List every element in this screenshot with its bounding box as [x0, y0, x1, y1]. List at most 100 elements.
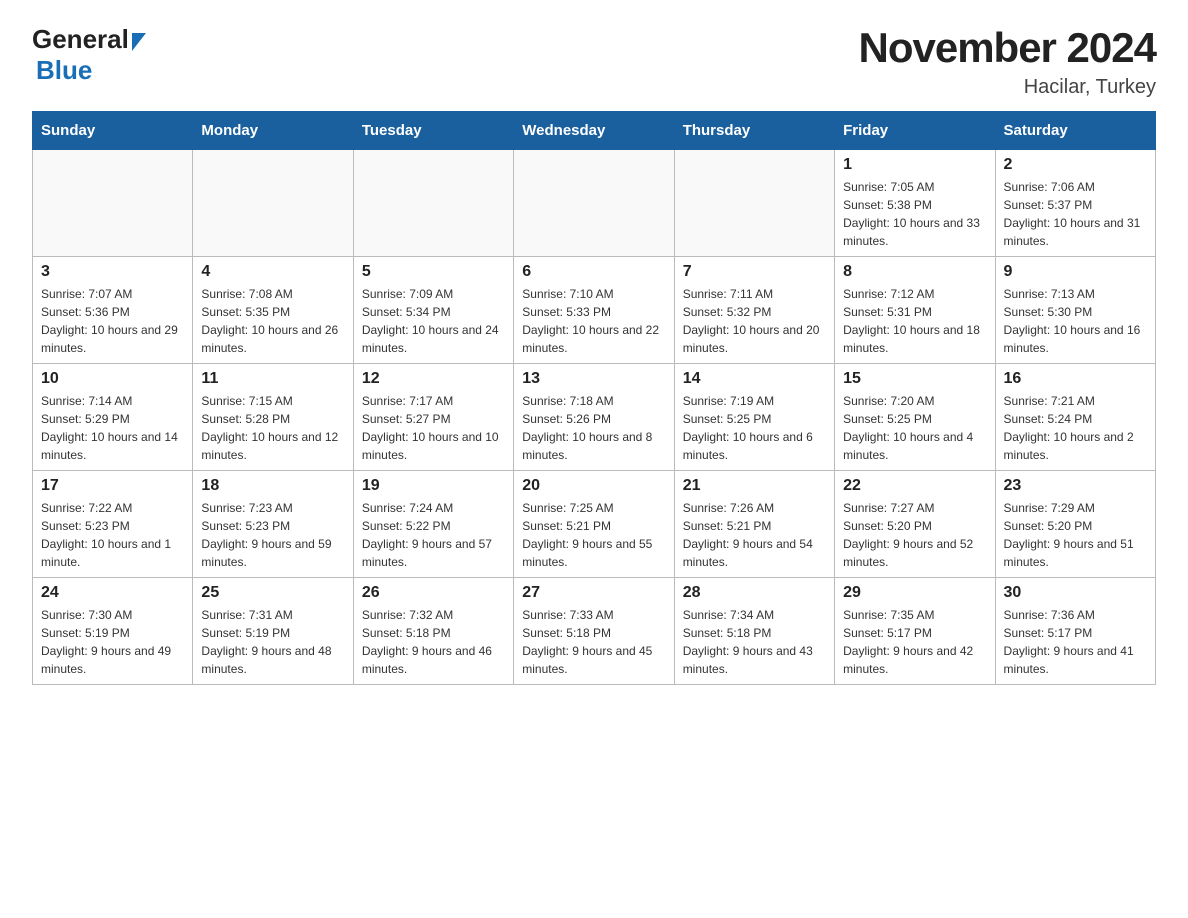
day-info: Sunrise: 7:11 AM Sunset: 5:32 PM Dayligh…	[683, 285, 826, 357]
calendar-week-row: 3 Sunrise: 7:07 AM Sunset: 5:36 PM Daylig…	[33, 257, 1156, 364]
weekday-header-wednesday: Wednesday	[514, 112, 674, 150]
calendar-week-row: 17 Sunrise: 7:22 AM Sunset: 5:23 PM Dayli…	[33, 471, 1156, 578]
day-number: 22	[843, 477, 986, 495]
calendar-cell	[353, 150, 513, 257]
day-info: Sunrise: 7:14 AM Sunset: 5:29 PM Dayligh…	[41, 392, 184, 464]
day-info: Sunrise: 7:36 AM Sunset: 5:17 PM Dayligh…	[1004, 606, 1147, 678]
day-number: 24	[41, 584, 184, 602]
day-info: Sunrise: 7:12 AM Sunset: 5:31 PM Dayligh…	[843, 285, 986, 357]
calendar-week-row: 1Sunrise: 7:05 AM Sunset: 5:38 PM Daylig…	[33, 150, 1156, 257]
day-number: 5	[362, 263, 505, 281]
day-info: Sunrise: 7:27 AM Sunset: 5:20 PM Dayligh…	[843, 499, 986, 571]
day-number: 19	[362, 477, 505, 495]
logo-arrow-icon	[132, 33, 146, 51]
day-info: Sunrise: 7:29 AM Sunset: 5:20 PM Dayligh…	[1004, 499, 1147, 571]
weekday-header-sunday: Sunday	[33, 112, 193, 150]
day-info: Sunrise: 7:21 AM Sunset: 5:24 PM Dayligh…	[1004, 392, 1147, 464]
calendar-cell: 23 Sunrise: 7:29 AM Sunset: 5:20 PM Dayli…	[995, 471, 1155, 578]
calendar-cell	[193, 150, 353, 257]
day-info: Sunrise: 7:06 AM Sunset: 5:37 PM Dayligh…	[1004, 178, 1147, 250]
day-info: Sunrise: 7:08 AM Sunset: 5:35 PM Dayligh…	[201, 285, 344, 357]
day-info: Sunrise: 7:25 AM Sunset: 5:21 PM Dayligh…	[522, 499, 665, 571]
weekday-header-monday: Monday	[193, 112, 353, 150]
day-number: 28	[683, 584, 826, 602]
weekday-header-thursday: Thursday	[674, 112, 834, 150]
day-number: 8	[843, 263, 986, 281]
calendar-table: SundayMondayTuesdayWednesdayThursdayFrid…	[32, 111, 1156, 685]
day-number: 6	[522, 263, 665, 281]
title-block: November 2024 Hacilar, Turkey	[858, 24, 1156, 99]
logo-general-text: General	[32, 24, 129, 55]
day-number: 15	[843, 370, 986, 388]
day-number: 23	[1004, 477, 1147, 495]
day-info: Sunrise: 7:18 AM Sunset: 5:26 PM Dayligh…	[522, 392, 665, 464]
calendar-cell: 25 Sunrise: 7:31 AM Sunset: 5:19 PM Dayli…	[193, 578, 353, 685]
calendar-cell: 29Sunrise: 7:35 AM Sunset: 5:17 PM Dayli…	[835, 578, 995, 685]
day-number: 21	[683, 477, 826, 495]
calendar-cell: 5 Sunrise: 7:09 AM Sunset: 5:34 PM Daylig…	[353, 257, 513, 364]
day-number: 17	[41, 477, 184, 495]
day-number: 7	[683, 263, 826, 281]
calendar-cell: 26 Sunrise: 7:32 AM Sunset: 5:18 PM Dayli…	[353, 578, 513, 685]
calendar-cell: 8 Sunrise: 7:12 AM Sunset: 5:31 PM Daylig…	[835, 257, 995, 364]
calendar-week-row: 24 Sunrise: 7:30 AM Sunset: 5:19 PM Dayli…	[33, 578, 1156, 685]
weekday-header-friday: Friday	[835, 112, 995, 150]
day-info: Sunrise: 7:15 AM Sunset: 5:28 PM Dayligh…	[201, 392, 344, 464]
calendar-cell: 27Sunrise: 7:33 AM Sunset: 5:18 PM Dayli…	[514, 578, 674, 685]
weekday-header-tuesday: Tuesday	[353, 112, 513, 150]
day-number: 16	[1004, 370, 1147, 388]
calendar-cell: 3 Sunrise: 7:07 AM Sunset: 5:36 PM Daylig…	[33, 257, 193, 364]
day-number: 1	[843, 156, 986, 174]
calendar-cell: 12Sunrise: 7:17 AM Sunset: 5:27 PM Dayli…	[353, 364, 513, 471]
day-info: Sunrise: 7:10 AM Sunset: 5:33 PM Dayligh…	[522, 285, 665, 357]
calendar-cell: 18Sunrise: 7:23 AM Sunset: 5:23 PM Dayli…	[193, 471, 353, 578]
day-info: Sunrise: 7:35 AM Sunset: 5:17 PM Dayligh…	[843, 606, 986, 678]
calendar-cell: 4 Sunrise: 7:08 AM Sunset: 5:35 PM Daylig…	[193, 257, 353, 364]
day-info: Sunrise: 7:19 AM Sunset: 5:25 PM Dayligh…	[683, 392, 826, 464]
calendar-cell: 21Sunrise: 7:26 AM Sunset: 5:21 PM Dayli…	[674, 471, 834, 578]
page-title: November 2024	[858, 24, 1156, 72]
day-info: Sunrise: 7:07 AM Sunset: 5:36 PM Dayligh…	[41, 285, 184, 357]
calendar-cell: 13 Sunrise: 7:18 AM Sunset: 5:26 PM Dayli…	[514, 364, 674, 471]
day-number: 25	[201, 584, 344, 602]
calendar-cell: 15Sunrise: 7:20 AM Sunset: 5:25 PM Dayli…	[835, 364, 995, 471]
calendar-cell: 22 Sunrise: 7:27 AM Sunset: 5:20 PM Dayli…	[835, 471, 995, 578]
logo: General Blue	[32, 24, 146, 86]
day-number: 2	[1004, 156, 1147, 174]
calendar-cell	[674, 150, 834, 257]
day-info: Sunrise: 7:13 AM Sunset: 5:30 PM Dayligh…	[1004, 285, 1147, 357]
day-number: 4	[201, 263, 344, 281]
day-number: 14	[683, 370, 826, 388]
calendar-cell: 17 Sunrise: 7:22 AM Sunset: 5:23 PM Dayli…	[33, 471, 193, 578]
calendar-cell: 14 Sunrise: 7:19 AM Sunset: 5:25 PM Dayli…	[674, 364, 834, 471]
day-number: 27	[522, 584, 665, 602]
day-number: 30	[1004, 584, 1147, 602]
calendar-week-row: 10Sunrise: 7:14 AM Sunset: 5:29 PM Dayli…	[33, 364, 1156, 471]
logo-blue-text: Blue	[36, 55, 92, 86]
calendar-cell: 20Sunrise: 7:25 AM Sunset: 5:21 PM Dayli…	[514, 471, 674, 578]
day-info: Sunrise: 7:31 AM Sunset: 5:19 PM Dayligh…	[201, 606, 344, 678]
day-info: Sunrise: 7:09 AM Sunset: 5:34 PM Dayligh…	[362, 285, 505, 357]
calendar-cell: 7 Sunrise: 7:11 AM Sunset: 5:32 PM Daylig…	[674, 257, 834, 364]
day-info: Sunrise: 7:24 AM Sunset: 5:22 PM Dayligh…	[362, 499, 505, 571]
day-number: 9	[1004, 263, 1147, 281]
page-subtitle: Hacilar, Turkey	[858, 76, 1156, 99]
calendar-cell: 30 Sunrise: 7:36 AM Sunset: 5:17 PM Dayli…	[995, 578, 1155, 685]
day-number: 12	[362, 370, 505, 388]
calendar-cell: 19 Sunrise: 7:24 AM Sunset: 5:22 PM Dayli…	[353, 471, 513, 578]
calendar-cell: 10Sunrise: 7:14 AM Sunset: 5:29 PM Dayli…	[33, 364, 193, 471]
calendar-cell	[33, 150, 193, 257]
calendar-cell	[514, 150, 674, 257]
calendar-cell: 1Sunrise: 7:05 AM Sunset: 5:38 PM Daylig…	[835, 150, 995, 257]
day-number: 3	[41, 263, 184, 281]
calendar-cell: 9 Sunrise: 7:13 AM Sunset: 5:30 PM Daylig…	[995, 257, 1155, 364]
page-header: General Blue November 2024 Hacilar, Turk…	[32, 24, 1156, 99]
day-number: 26	[362, 584, 505, 602]
day-number: 13	[522, 370, 665, 388]
day-info: Sunrise: 7:30 AM Sunset: 5:19 PM Dayligh…	[41, 606, 184, 678]
calendar-cell: 28Sunrise: 7:34 AM Sunset: 5:18 PM Dayli…	[674, 578, 834, 685]
day-info: Sunrise: 7:22 AM Sunset: 5:23 PM Dayligh…	[41, 499, 184, 571]
day-info: Sunrise: 7:32 AM Sunset: 5:18 PM Dayligh…	[362, 606, 505, 678]
day-number: 18	[201, 477, 344, 495]
calendar-cell: 6 Sunrise: 7:10 AM Sunset: 5:33 PM Daylig…	[514, 257, 674, 364]
